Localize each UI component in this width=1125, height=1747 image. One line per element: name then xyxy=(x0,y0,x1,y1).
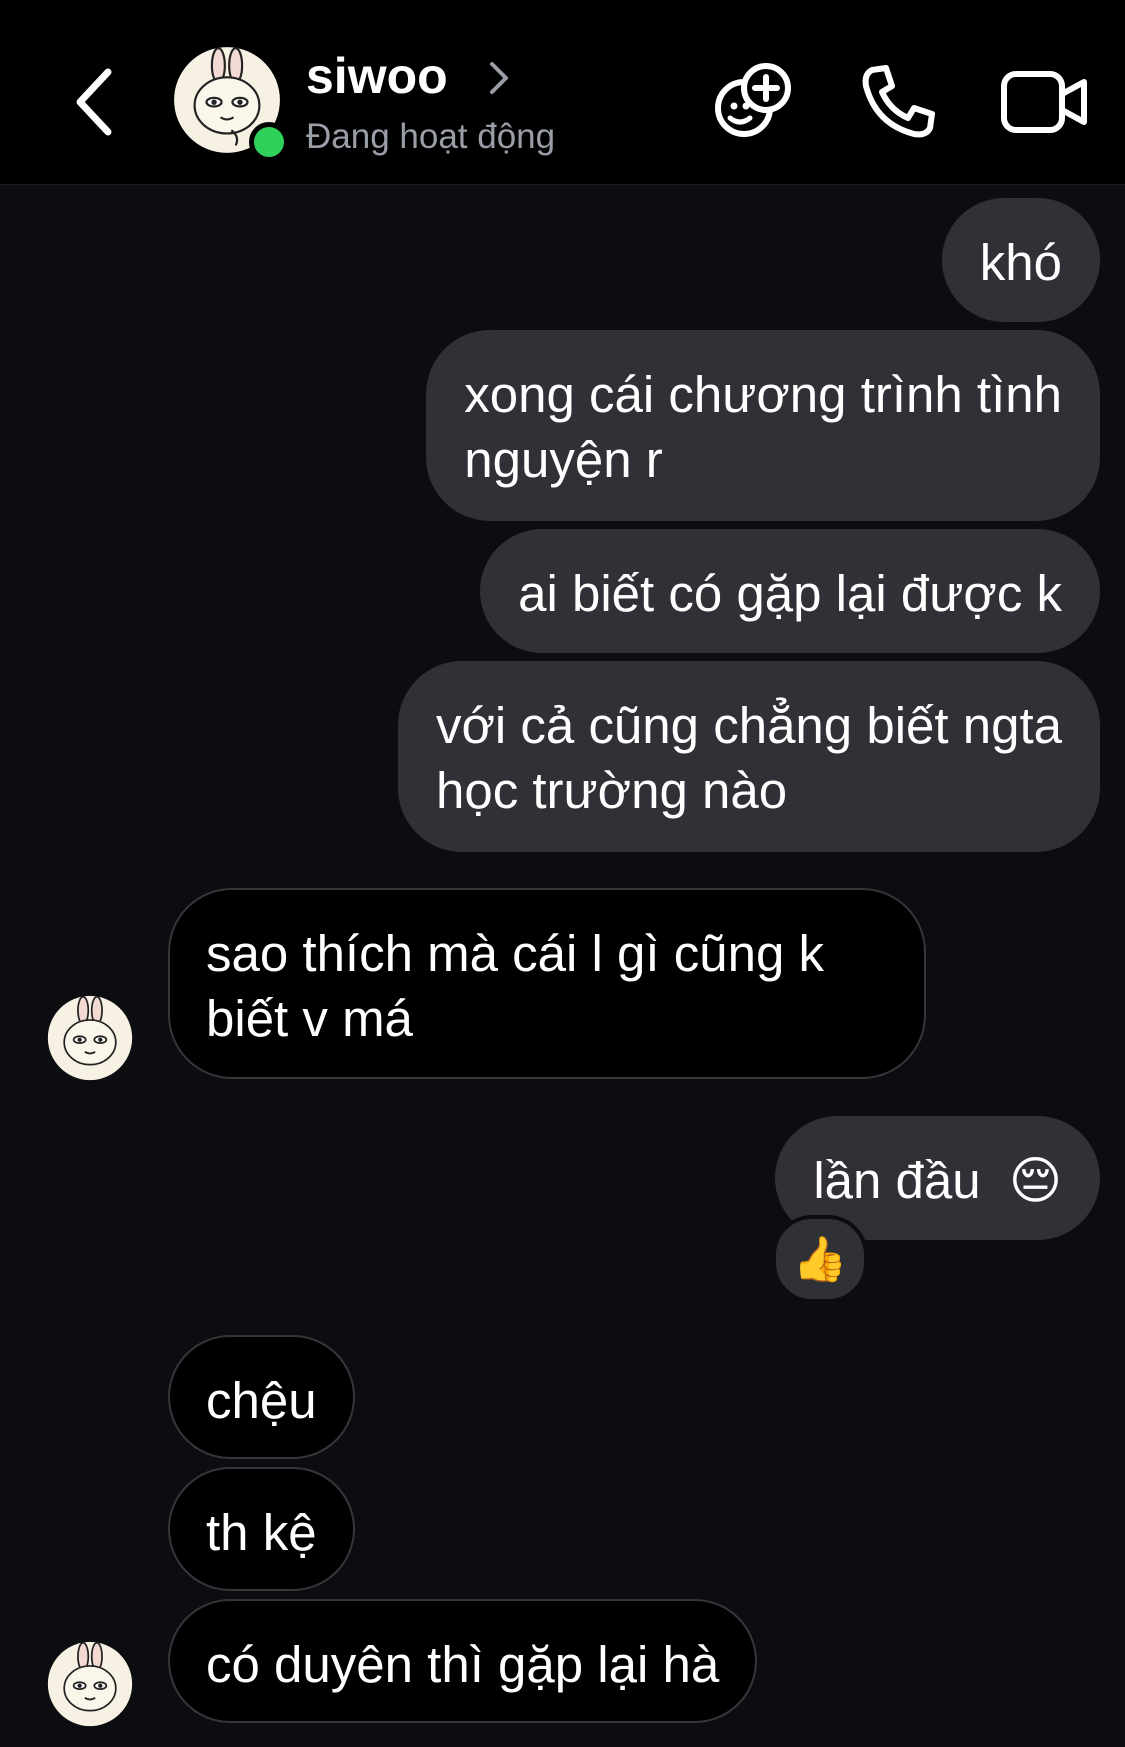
message-bubble-incoming[interactable]: sao thích mà cái l gì cũng k biết v má xyxy=(168,888,926,1079)
message-text: có duyên thì gặp lại hà xyxy=(206,1636,720,1693)
message-bubble-incoming[interactable]: có duyên thì gặp lại hà xyxy=(168,1599,758,1723)
message-text: th kệ xyxy=(206,1504,317,1561)
message-text: lần đầu xyxy=(813,1152,981,1209)
effects-icon[interactable] xyxy=(710,60,794,144)
name-chevron-icon[interactable] xyxy=(486,58,512,98)
contact-name[interactable]: siwoo xyxy=(306,46,448,106)
message-bubble-outgoing[interactable]: xong cái chương trình tình nguyện r xyxy=(426,330,1100,521)
message-text-line: học trường nào xyxy=(435,762,788,819)
online-status-dot xyxy=(249,122,289,162)
message-bubble-outgoing[interactable]: ai biết có gặp lại được k xyxy=(480,529,1100,653)
message-bubble-outgoing[interactable]: với cả cũng chẳng biết ngta học trường n… xyxy=(397,661,1100,852)
message-reaction[interactable]: 👍 xyxy=(772,1215,868,1303)
message-bubble-outgoing[interactable]: khó xyxy=(941,198,1100,322)
pensive-face-emoji: 😔 xyxy=(1008,1152,1062,1211)
phone-icon[interactable] xyxy=(856,60,940,144)
message-text-line: với cả cũng chẳng biết ngta xyxy=(435,697,1062,754)
message-text: ai biết có gặp lại được k xyxy=(518,565,1062,622)
message-bubble-incoming[interactable]: th kệ xyxy=(168,1467,355,1591)
contact-status: Đang hoạt động xyxy=(306,117,556,156)
chat-header: siwoo Đang hoạt động xyxy=(0,0,1125,185)
sender-avatar[interactable] xyxy=(47,1641,133,1727)
sender-avatar[interactable] xyxy=(47,995,133,1081)
message-bubble-incoming[interactable]: chệu xyxy=(168,1335,355,1459)
message-text-line: sao thích mà cái l gì cũng k xyxy=(206,925,824,982)
message-text: khó xyxy=(979,234,1062,291)
thumbs-up-icon: 👍 xyxy=(792,1234,848,1285)
video-camera-icon[interactable] xyxy=(1000,60,1090,144)
message-text-line: xong cái chương trình tình xyxy=(464,366,1062,423)
message-text: chệu xyxy=(206,1372,317,1429)
message-text-line: nguyện r xyxy=(464,431,663,488)
message-text-line: biết v má xyxy=(206,990,413,1047)
back-chevron-icon[interactable] xyxy=(62,62,132,142)
